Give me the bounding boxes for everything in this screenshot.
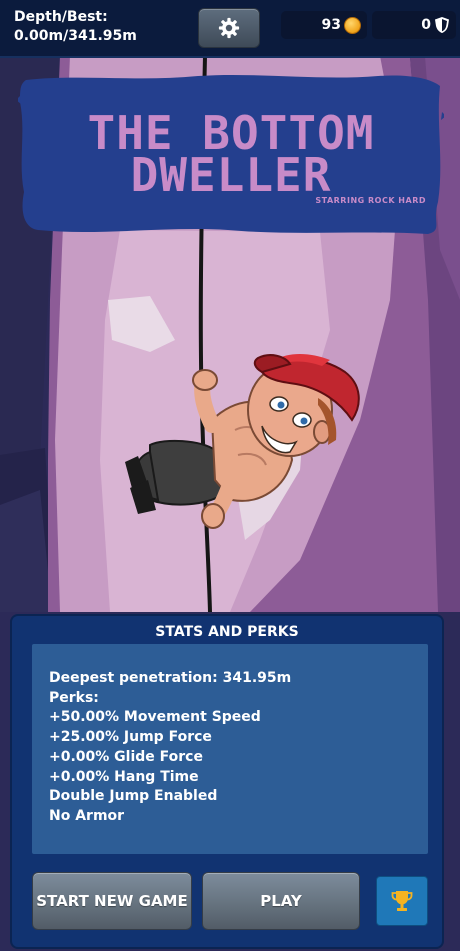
perk-hang-time: +0.00% Hang Time	[49, 768, 199, 785]
play-button[interactable]: PLAY	[202, 872, 360, 930]
shield-icon	[435, 17, 449, 33]
start-new-game-button[interactable]: START NEW GAME	[32, 872, 192, 930]
shield-count: 0	[421, 17, 431, 33]
trophy-icon	[391, 891, 413, 911]
title-subtitle: STARRING ROCK HARD	[315, 196, 426, 205]
perk-movement-speed: +50.00% Movement Speed	[49, 709, 261, 726]
depth-value: 0.00m/341.95m	[14, 28, 137, 44]
coin-icon	[344, 16, 361, 34]
coin-count: 93	[321, 17, 341, 33]
title-line-2: DWELLER	[130, 148, 332, 202]
stats-perks-panel: STATS AND PERKS Deepest penetration: 341…	[10, 614, 444, 949]
panel-heading: STATS AND PERKS	[155, 624, 299, 640]
stat-perks-heading: Perks:	[49, 689, 99, 706]
title-banner: THE BOTTOM DWELLER STARRING ROCK HARD	[18, 72, 444, 236]
game-title: THE BOTTOM DWELLER	[18, 110, 444, 202]
perk-glide-force: +0.00% Glide Force	[49, 748, 203, 765]
perk-armor: No Armor	[49, 807, 125, 824]
settings-button[interactable]	[198, 8, 260, 48]
stats-box: Deepest penetration: 341.95m Perks: +50.…	[32, 644, 428, 854]
perk-double-jump: Double Jump Enabled	[49, 788, 218, 805]
perk-jump-force: +25.00% Jump Force	[49, 729, 212, 746]
depth-label: Depth/Best:	[14, 9, 108, 25]
leaderboard-button[interactable]	[376, 876, 428, 926]
depth-readout: Depth/Best: 0.00m/341.95m	[14, 8, 137, 46]
stat-deepest: Deepest penetration: 341.95m	[49, 670, 292, 686]
top-hud: Depth/Best: 0.00m/341.95m 93 0	[0, 0, 460, 58]
coin-counter: 93	[281, 11, 367, 39]
gear-icon	[218, 17, 240, 39]
shield-counter: 0	[372, 11, 456, 39]
stats-list: Deepest penetration: 341.95m Perks: +50.…	[49, 669, 291, 827]
